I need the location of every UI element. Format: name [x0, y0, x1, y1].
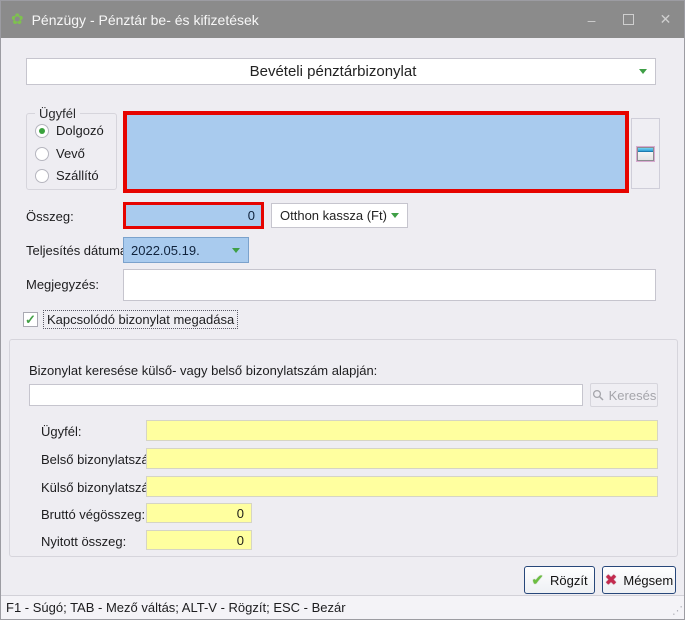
lookup-client-label: Ügyfél:: [41, 424, 81, 439]
minimize-button[interactable]: –: [573, 1, 610, 38]
comment-input[interactable]: [123, 269, 656, 301]
related-document-label: Kapcsolódó bizonylat megadása: [44, 311, 237, 328]
radio-szallito[interactable]: Szállító: [35, 168, 99, 183]
radio-unselected-icon: [35, 169, 49, 183]
radio-dolgozo-label: Dolgozó: [56, 123, 104, 138]
checkbox-check-icon: ✓: [23, 312, 38, 327]
cancel-button-label: Mégsem: [623, 573, 673, 588]
gross-total-label: Bruttó végösszeg:: [41, 507, 145, 522]
radio-vevo-label: Vevő: [56, 146, 85, 161]
date-value: 2022.05.19.: [124, 243, 232, 258]
date-label: Teljesítés dátuma:: [26, 243, 131, 258]
search-icon: [592, 389, 604, 401]
status-bar: F1 - Súgó; TAB - Mező váltás; ALT-V - Rö…: [1, 595, 684, 619]
title-bar[interactable]: ✿ Pénzügy - Pénztár be- és kifizetések –…: [1, 1, 684, 38]
open-amount-label: Nyitott összeg:: [41, 534, 126, 549]
comment-label: Megjegyzés:: [26, 277, 99, 292]
app-window: ✿ Pénzügy - Pénztár be- és kifizetések –…: [0, 0, 685, 620]
x-icon: ✖: [605, 573, 618, 588]
gross-total-field: 0: [146, 503, 252, 523]
status-text: F1 - Súgó; TAB - Mező váltás; ALT-V - Rö…: [6, 600, 346, 615]
date-picker[interactable]: 2022.05.19.: [123, 237, 249, 263]
search-label: Bizonylat keresése külső- vagy belső biz…: [29, 363, 377, 378]
close-button[interactable]: ✕: [647, 1, 684, 38]
radio-unselected-icon: [35, 147, 49, 161]
check-icon: ✔: [531, 573, 544, 588]
amount-label: Összeg:: [26, 209, 74, 224]
lookup-client-field: [146, 420, 658, 441]
form-lookup-icon: [637, 147, 654, 161]
radio-szallito-label: Szállító: [56, 168, 99, 183]
document-type-value: Bevételi pénztárbizonylat: [27, 63, 639, 80]
save-button[interactable]: ✔ Rögzít: [524, 566, 595, 594]
external-docnumber-field: [146, 476, 658, 497]
search-input[interactable]: [29, 384, 583, 406]
amount-field-wrap: [123, 202, 264, 229]
chevron-down-icon: [391, 213, 399, 218]
resize-grip[interactable]: ⋰: [672, 604, 682, 617]
client-lookup-button[interactable]: [631, 118, 660, 189]
cancel-button[interactable]: ✖ Mégsem: [602, 566, 676, 594]
maximize-icon: [623, 14, 634, 25]
external-docnumber-label: Külső bizonylatszám:: [41, 480, 163, 495]
radio-vevo[interactable]: Vevő: [35, 146, 85, 161]
chevron-down-icon: [639, 69, 647, 74]
partner-group-label: Ügyfél: [35, 106, 80, 121]
cash-register-select[interactable]: Otthon kassza (Ft): [271, 203, 408, 228]
open-amount-field: 0: [146, 530, 252, 550]
maximize-button[interactable]: [610, 1, 647, 38]
internal-docnumber-label: Belső bizonylatszám:: [41, 452, 163, 467]
cash-register-value: Otthon kassza (Ft): [272, 208, 391, 223]
related-document-checkbox[interactable]: ✓ Kapcsolódó bizonylat megadása: [23, 311, 237, 328]
window-title: Pénzügy - Pénztár be- és kifizetések: [32, 12, 259, 28]
search-button[interactable]: Keresés: [590, 383, 658, 407]
search-button-label: Keresés: [609, 388, 657, 403]
radio-dolgozo[interactable]: Dolgozó: [35, 123, 104, 138]
internal-docnumber-field: [146, 448, 658, 469]
document-type-select[interactable]: Bevételi pénztárbizonylat: [26, 58, 656, 85]
amount-input[interactable]: [126, 205, 261, 226]
client-field[interactable]: [123, 111, 629, 193]
app-icon: ✿: [11, 12, 24, 27]
save-button-label: Rögzít: [550, 573, 588, 588]
radio-selected-icon: [35, 124, 49, 138]
chevron-down-icon: [232, 248, 240, 253]
